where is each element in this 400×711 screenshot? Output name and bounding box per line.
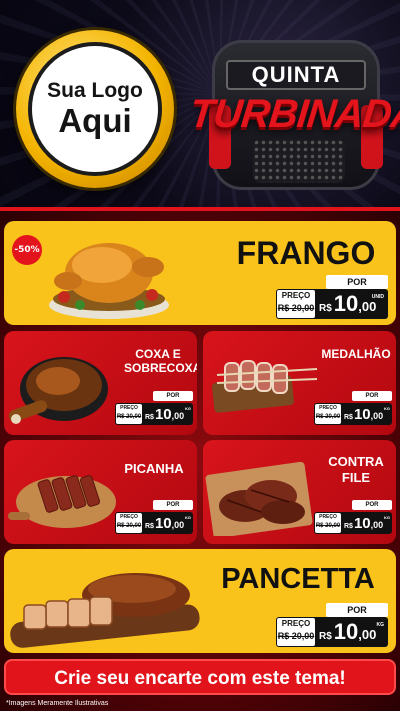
old-price: R$ 20,00	[116, 414, 142, 420]
price-decimal: ,00	[370, 519, 384, 530]
price-integer: 10	[154, 405, 172, 423]
title-line1: QUINTA	[226, 60, 366, 90]
price-label: PREÇO	[319, 514, 337, 520]
price-por-label: POR	[352, 500, 392, 510]
product-name: COXA E SOBRECOXA	[124, 347, 197, 375]
current-price: R$ 10 ,00	[319, 619, 376, 645]
price-unit: UNID	[371, 294, 384, 300]
chicken-thigh-pan-image	[8, 357, 108, 424]
price-decimal: ,00	[358, 627, 377, 642]
product-card-medalhao[interactable]: MEDALHÃO POR PREÇO R$ 20,00 R$ 10 ,00 KG	[203, 331, 396, 435]
product-card-contra-file[interactable]: CONTRA FILE POR PREÇO R$ 20,00 R$ 10 ,00…	[203, 440, 396, 544]
old-price: R$ 20,00	[277, 303, 315, 313]
product-name: CONTRA FILE	[328, 454, 384, 485]
price-label: PREÇO	[281, 619, 311, 628]
currency: R$	[319, 631, 332, 642]
price-integer: 10	[333, 619, 359, 644]
product-name: PANCETTA	[221, 563, 375, 595]
currency: R$	[344, 413, 353, 421]
logo-circle: Sua Logo Aqui	[28, 42, 162, 176]
picanha-board-image	[8, 475, 116, 528]
old-price: R$ 20,00	[315, 523, 341, 529]
price-current-box: PREÇO R$ 20,00 R$ 10 ,00 KG	[276, 617, 388, 647]
price-old-box: PREÇO R$ 20,00	[315, 513, 341, 533]
current-price: R$ 10 ,00	[145, 515, 184, 532]
price-old-box: PREÇO R$ 20,00	[277, 290, 315, 318]
current-price: R$ 10 ,00	[344, 515, 383, 532]
price-label: PREÇO	[120, 514, 138, 520]
product-name: MEDALHÃO	[321, 347, 391, 361]
price-integer: 10	[333, 291, 359, 316]
discount-badge: -50%	[12, 235, 42, 265]
contra-file-board-image	[205, 461, 313, 536]
price-current-box: PREÇO R$ 20,00 R$ 10 ,00 KG	[115, 512, 193, 534]
price-label: PREÇO	[319, 405, 337, 411]
price-unit: KG	[384, 406, 390, 411]
price-decimal: ,00	[358, 299, 377, 314]
currency: R$	[145, 522, 154, 530]
price-old-box: PREÇO R$ 20,00	[277, 618, 315, 646]
cta-banner[interactable]: Crie seu encarte com este tema!	[4, 659, 396, 695]
current-price: R$ 10 ,00	[319, 291, 376, 317]
price-unit: KG	[384, 515, 390, 520]
title-badge: QUINTA TURBINADA	[188, 30, 400, 200]
product-card-frango[interactable]: -50% FRANGO POR PREÇO R$ 20,00 R$ 10 ,00…	[4, 221, 396, 325]
price-decimal: ,00	[171, 519, 185, 530]
price-decimal: ,00	[171, 410, 185, 421]
price-por-label: POR	[153, 500, 193, 510]
current-price: R$ 10 ,00	[344, 406, 383, 423]
price-current-box: PREÇO R$ 20,00 R$ 10 ,00 KG	[314, 403, 392, 425]
old-price: R$ 20,00	[116, 523, 142, 529]
price-old-box: PREÇO R$ 20,00	[116, 404, 142, 424]
price-label: PREÇO	[120, 405, 138, 411]
logo-placeholder[interactable]: Sua Logo Aqui	[16, 30, 174, 188]
old-price: R$ 20,00	[315, 414, 341, 420]
price-por-label: POR	[352, 391, 392, 401]
price-integer: 10	[154, 514, 172, 532]
title-line2: TURBINADA	[187, 92, 400, 136]
price-por-label: POR	[153, 391, 193, 401]
product-card-picanha[interactable]: PICANHA POR PREÇO R$ 20,00 R$ 10 ,00 KG	[4, 440, 197, 544]
price-decimal: ,00	[370, 410, 384, 421]
price-current-box: PREÇO R$ 20,00 R$ 10 ,00 KG	[115, 403, 193, 425]
price-tag: POR PREÇO R$ 20,00 R$ 10 ,00 KG	[314, 500, 392, 534]
old-price: R$ 20,00	[277, 631, 315, 641]
logo-text-line1: Sua Logo	[47, 79, 143, 102]
logo-text-line2: Aqui	[58, 102, 132, 139]
price-unit: KG	[185, 515, 191, 520]
currency: R$	[319, 303, 332, 314]
price-unit: KG	[376, 622, 385, 628]
disclaimer-note: *Imagens Meramente Ilustrativas	[6, 700, 109, 707]
price-old-box: PREÇO R$ 20,00	[315, 404, 341, 424]
price-tag: POR PREÇO R$ 20,00 R$ 10 ,00 KG	[115, 500, 193, 534]
currency: R$	[344, 522, 353, 530]
price-integer: 10	[353, 405, 371, 423]
roast-chicken-image	[49, 243, 169, 319]
product-name: FRANGO	[236, 235, 376, 271]
bacon-skewers-image	[212, 360, 318, 413]
price-tag: POR PREÇO R$ 20,00 R$ 10 ,00 KG	[276, 603, 388, 647]
product-card-coxa-sobrecoxa[interactable]: COXA E SOBRECOXA POR PREÇO R$ 20,00 R$ 1…	[4, 331, 197, 435]
currency: R$	[145, 413, 154, 421]
price-current-box: PREÇO R$ 20,00 R$ 10 ,00 UNID	[276, 289, 388, 319]
product-grid: -50% FRANGO POR PREÇO R$ 20,00 R$ 10 ,00…	[0, 211, 400, 711]
price-label: PREÇO	[281, 291, 311, 300]
price-tag: POR PREÇO R$ 20,00 R$ 10 ,00 UNID	[276, 275, 388, 319]
price-tag: POR PREÇO R$ 20,00 R$ 10 ,00 KG	[314, 391, 392, 425]
pancetta-board-image	[10, 573, 200, 648]
price-tag: POR PREÇO R$ 20,00 R$ 10 ,00 KG	[115, 391, 193, 425]
price-integer: 10	[353, 514, 371, 532]
speaker-grill	[253, 139, 345, 183]
header: Sua Logo Aqui QUINTA TURBINADA	[0, 0, 400, 210]
product-name: PICANHA	[124, 461, 184, 476]
current-price: R$ 10 ,00	[145, 406, 184, 423]
price-por-label: POR	[326, 603, 388, 617]
price-unit: KG	[185, 406, 191, 411]
price-current-box: PREÇO R$ 20,00 R$ 10 ,00 KG	[314, 512, 392, 534]
product-card-pancetta[interactable]: PANCETTA POR PREÇO R$ 20,00 R$ 10 ,00 KG	[4, 549, 396, 653]
price-old-box: PREÇO R$ 20,00	[116, 513, 142, 533]
price-por-label: POR	[326, 275, 388, 289]
